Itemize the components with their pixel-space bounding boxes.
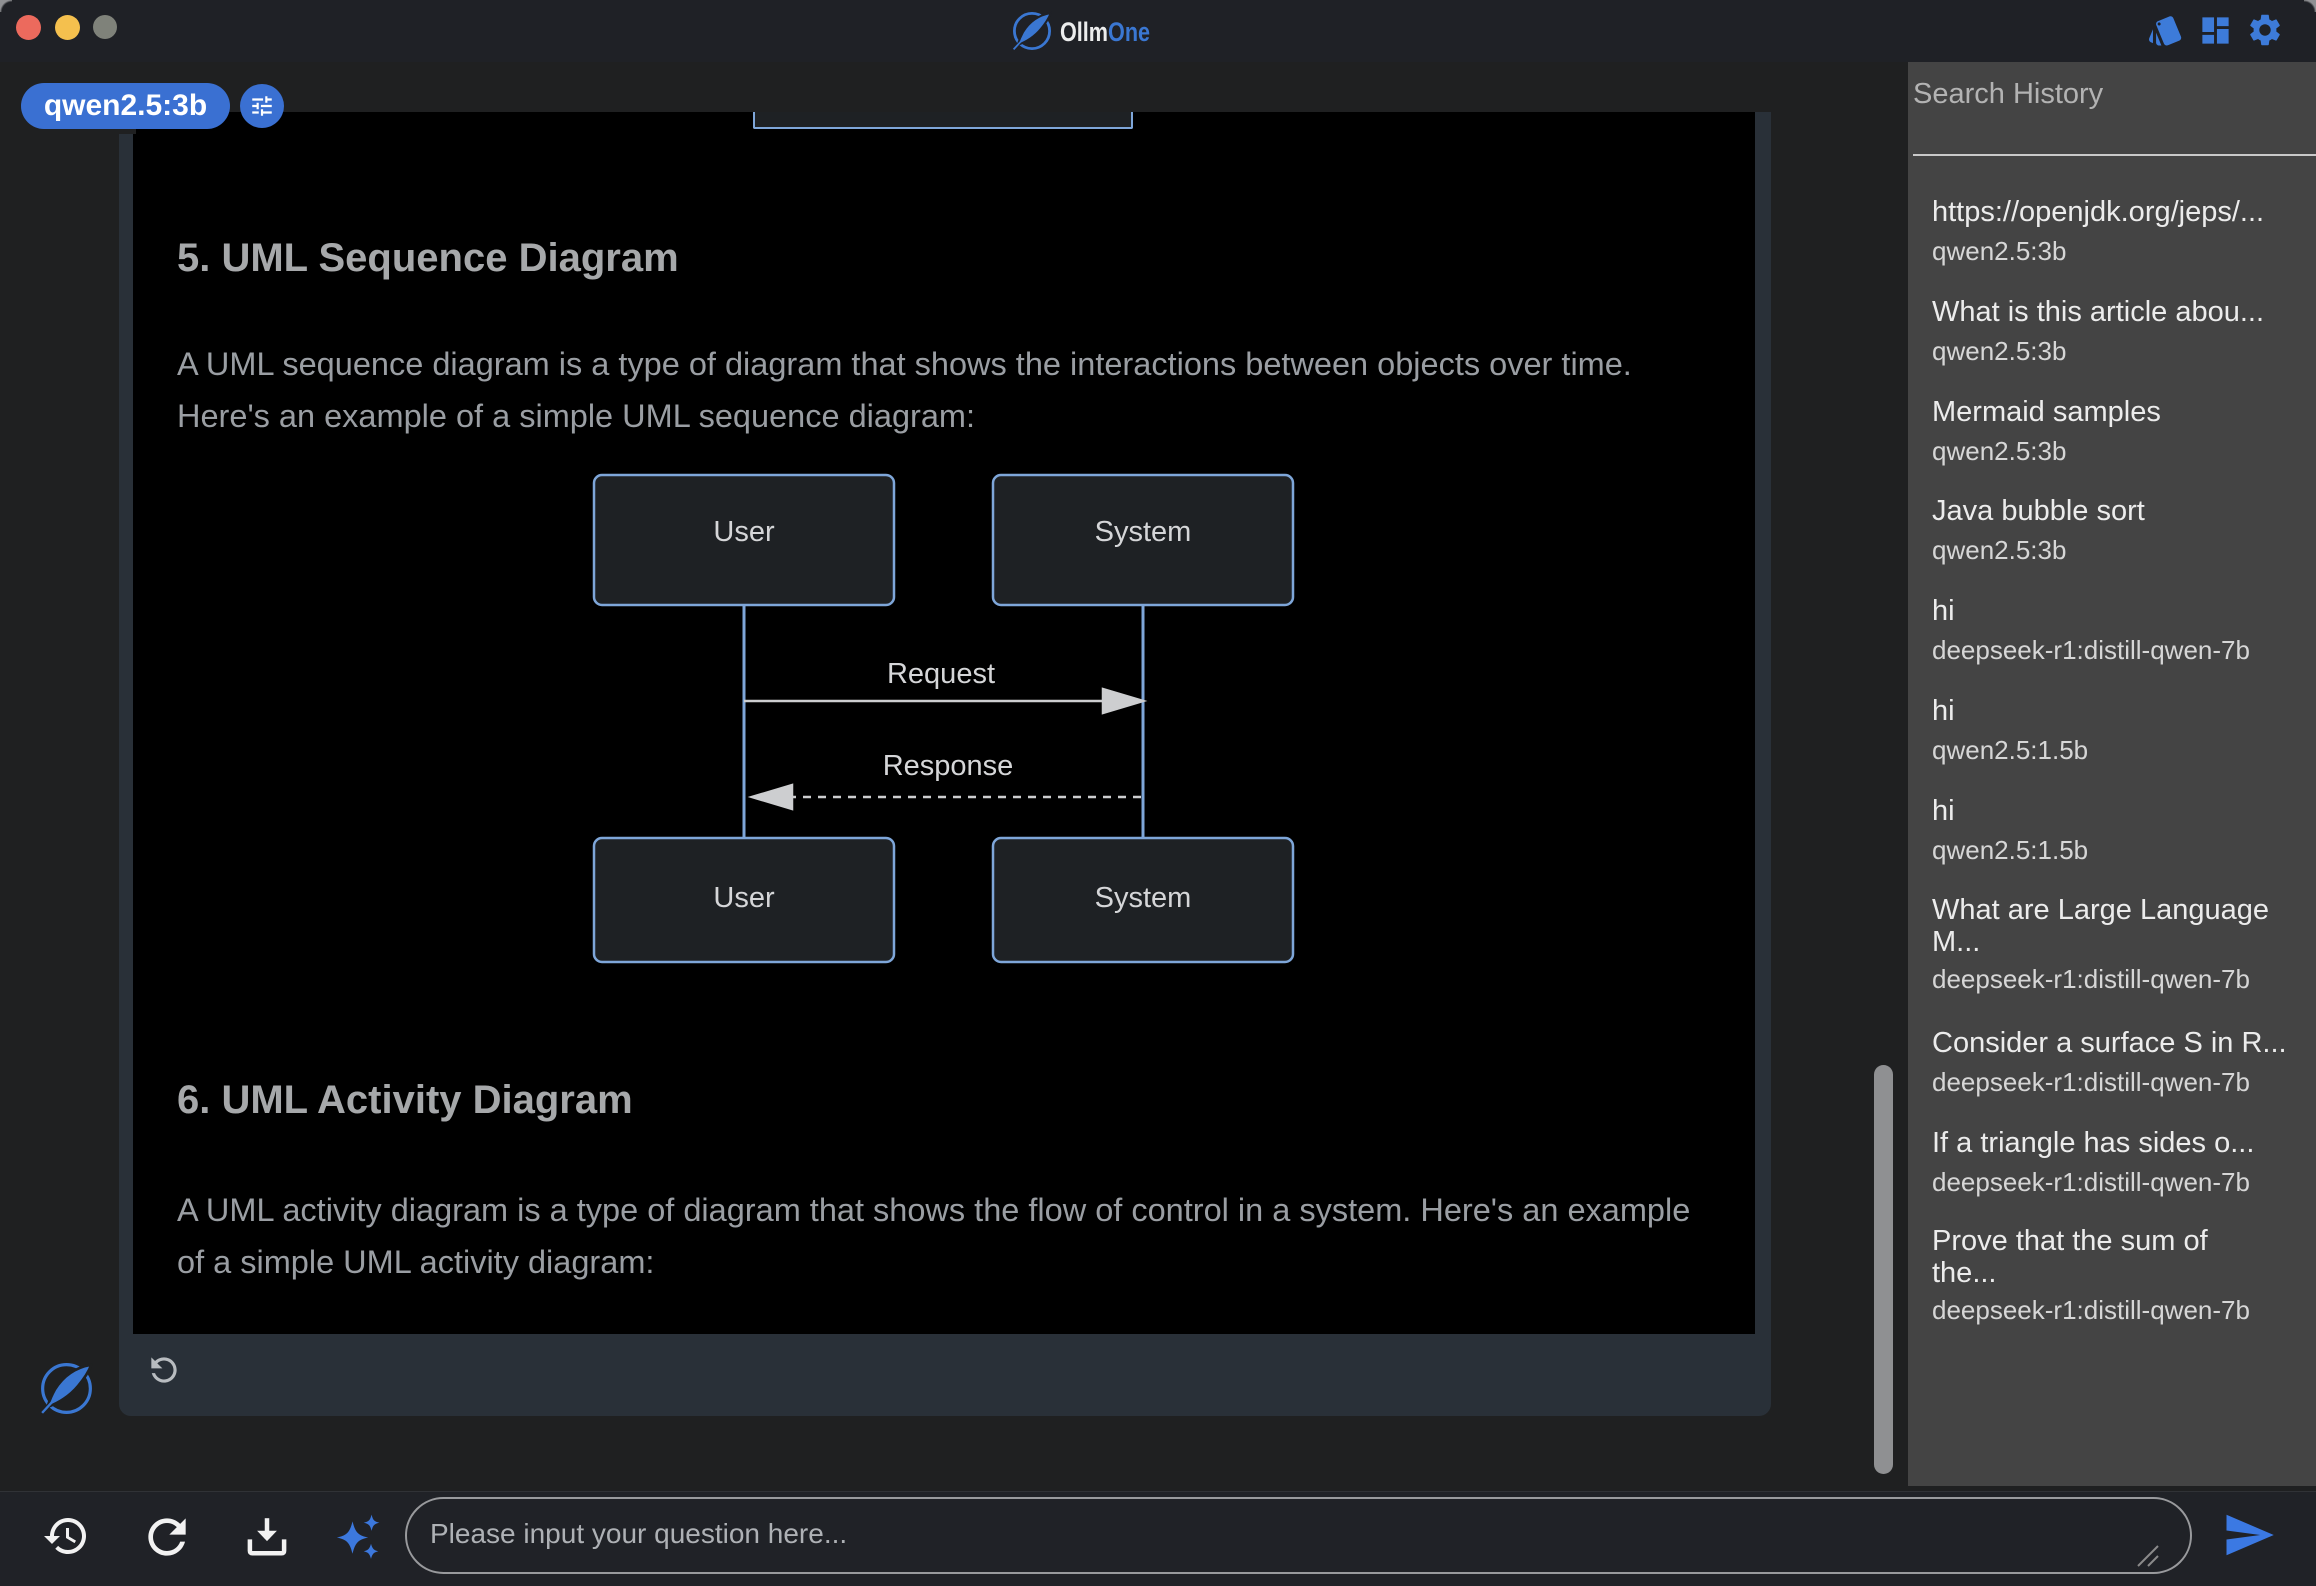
svg-text:System: System xyxy=(1095,516,1192,548)
svg-text:User: User xyxy=(713,882,775,914)
svg-text:System: System xyxy=(1095,882,1192,914)
svg-text:Response: Response xyxy=(883,750,1014,782)
svg-text:Request: Request xyxy=(887,658,995,690)
svg-text:User: User xyxy=(713,516,775,548)
